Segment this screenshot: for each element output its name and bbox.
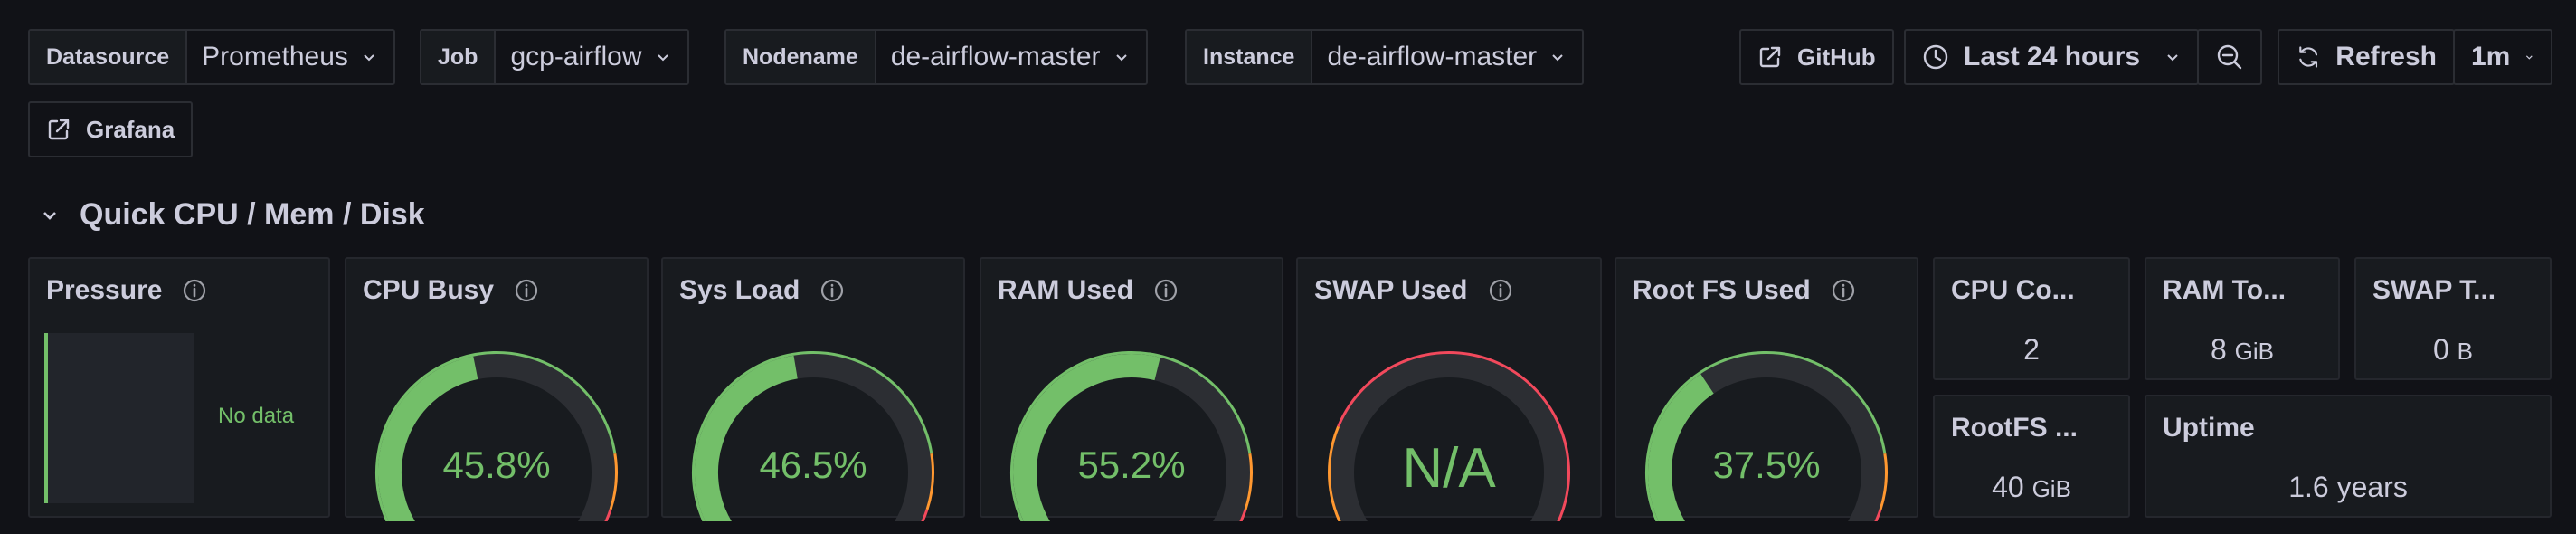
- stat-value: 0 B: [2356, 333, 2550, 367]
- datasource-select[interactable]: Prometheus: [187, 31, 393, 83]
- zoom-out-button[interactable]: [2197, 29, 2262, 85]
- stat-number: 1.6 years: [2288, 471, 2408, 503]
- panel-swap-used[interactable]: SWAP Used N/A: [1296, 257, 1602, 521]
- panel-cpu-busy[interactable]: CPU Busy 45.8%: [345, 257, 649, 521]
- pressure-bar-area: [44, 333, 194, 503]
- external-link-icon: [48, 119, 70, 140]
- chevron-down-icon: [2167, 54, 2178, 62]
- stat-number: 8: [2210, 333, 2227, 366]
- panel-title: Uptime: [2163, 413, 2255, 443]
- time-range-picker[interactable]: Last 24 hours: [1904, 29, 2199, 85]
- panel-title: SWAP T...: [2372, 275, 2496, 305]
- stat-value: 40 GiB: [1935, 471, 2128, 504]
- refresh-button[interactable]: Refresh: [2278, 29, 2455, 85]
- job-select[interactable]: gcp-airflow: [496, 31, 687, 83]
- chevron-down-icon: [2526, 55, 2533, 60]
- nodename-select[interactable]: de-airflow-master: [876, 31, 1146, 83]
- refresh-interval-value: 1m: [2471, 42, 2511, 72]
- datasource-value: Prometheus: [202, 42, 348, 72]
- chevron-down-icon: [43, 211, 56, 220]
- info-icon[interactable]: [182, 278, 207, 303]
- panel-title: CPU Busy: [363, 275, 495, 305]
- gauge-value: 46.5%: [759, 443, 867, 486]
- info-icon[interactable]: [514, 278, 539, 303]
- variable-label: Datasource: [30, 31, 188, 83]
- threshold-arc: [375, 351, 617, 521]
- instance-select[interactable]: de-airflow-master: [1312, 31, 1582, 83]
- github-label: GitHub: [1797, 43, 1876, 71]
- refresh-label: Refresh: [2335, 42, 2437, 72]
- stat-number: 40: [1992, 471, 2024, 503]
- gauge-value: 37.5%: [1712, 443, 1821, 486]
- sys-load-gauge: [692, 351, 934, 521]
- row-header-quick-cpu-mem-disk[interactable]: Quick CPU / Mem / Disk: [40, 197, 425, 233]
- stat-unit: GiB: [2031, 475, 2071, 502]
- github-link-button[interactable]: GitHub: [1739, 29, 1894, 85]
- refresh-interval-picker[interactable]: 1m: [2453, 29, 2552, 85]
- variable-label: Job: [421, 31, 497, 83]
- info-icon[interactable]: [1488, 278, 1513, 303]
- ram-used-gauge: [1010, 351, 1253, 521]
- variable-job[interactable]: Job gcp-airflow: [420, 29, 689, 85]
- threshold-arc: [1645, 351, 1887, 521]
- stat-number: 0: [2432, 333, 2449, 366]
- panel-root-fs-used[interactable]: Root FS Used 37.5%: [1615, 257, 1918, 521]
- panel-title: RootFS ...: [1951, 413, 2078, 443]
- chevron-down-icon: [1552, 54, 1563, 62]
- panel-ram-used[interactable]: RAM Used 55.2%: [980, 257, 1283, 521]
- cpu-busy-gauge: [375, 351, 618, 521]
- row-title: Quick CPU / Mem / Disk: [80, 197, 425, 232]
- nodename-value: de-airflow-master: [890, 42, 1101, 72]
- panel-title: RAM To...: [2163, 275, 2287, 305]
- panel-sys-load[interactable]: Sys Load 46.5%: [661, 257, 965, 521]
- stat-unit: GiB: [2234, 338, 2275, 365]
- chevron-down-icon: [1115, 54, 1127, 62]
- panel-pressure[interactable]: Pressure No data: [28, 257, 330, 518]
- chevron-down-icon: [364, 54, 374, 62]
- grafana-link-button[interactable]: Grafana: [28, 101, 194, 157]
- info-icon[interactable]: [819, 278, 845, 303]
- instance-value: de-airflow-master: [1327, 42, 1538, 72]
- stat-value: 2: [1935, 333, 2128, 367]
- external-link-icon: [1759, 46, 1781, 68]
- refresh-icon: [2299, 46, 2318, 68]
- panel-cpu-cores[interactable]: CPU Co... 2: [1933, 257, 2130, 380]
- panel-title: Pressure: [46, 275, 163, 305]
- variable-datasource[interactable]: Datasource Prometheus: [28, 29, 395, 85]
- panel-title: CPU Co...: [1951, 275, 2075, 305]
- chevron-down-icon: [657, 54, 668, 62]
- stat-value: 8 GiB: [2146, 333, 2338, 367]
- stat-value: 1.6 years: [2146, 471, 2550, 504]
- panel-title: Root FS Used: [1633, 275, 1811, 305]
- threshold-arc: [692, 351, 933, 521]
- variable-label: Nodename: [726, 31, 876, 83]
- threshold-arc: [1010, 351, 1252, 521]
- info-icon[interactable]: [1153, 278, 1179, 303]
- no-data-label: No data: [218, 404, 295, 428]
- gauge-value: N/A: [1402, 437, 1496, 500]
- job-value: gcp-airflow: [510, 42, 642, 72]
- panel-ram-total[interactable]: RAM To... 8 GiB: [2145, 257, 2340, 380]
- panel-title: Sys Load: [679, 275, 800, 305]
- panel-swap-total[interactable]: SWAP T... 0 B: [2354, 257, 2552, 380]
- grafana-label: Grafana: [86, 115, 175, 143]
- variable-nodename[interactable]: Nodename de-airflow-master: [724, 29, 1148, 85]
- variable-instance[interactable]: Instance de-airflow-master: [1185, 29, 1585, 85]
- stat-unit: B: [2457, 338, 2474, 365]
- time-range-label: Last 24 hours: [1964, 42, 2141, 72]
- panel-title: SWAP Used: [1314, 275, 1468, 305]
- info-icon[interactable]: [1831, 278, 1856, 303]
- gauge-value: 55.2%: [1077, 443, 1186, 486]
- clock-icon: [1923, 44, 1948, 70]
- root-fs-used-gauge: [1645, 351, 1888, 521]
- panel-rootfs-total[interactable]: RootFS ... 40 GiB: [1933, 395, 2130, 518]
- variable-label: Instance: [1187, 31, 1313, 83]
- stat-number: 2: [2023, 333, 2040, 366]
- gauge-value: 45.8%: [442, 443, 551, 486]
- zoom-out-icon: [2217, 44, 2242, 70]
- panel-title: RAM Used: [998, 275, 1134, 305]
- panel-uptime[interactable]: Uptime 1.6 years: [2145, 395, 2552, 518]
